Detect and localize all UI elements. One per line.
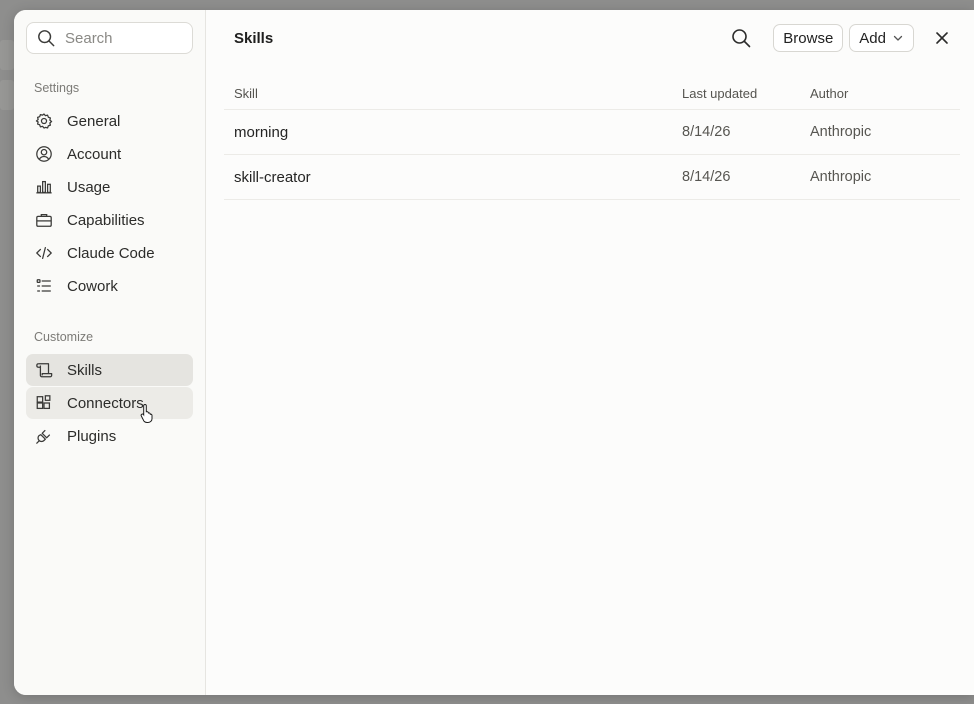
skills-table: Skill Last updated Author morning 8/14/2… xyxy=(224,77,960,200)
sidebar-item-label: Plugins xyxy=(67,427,117,445)
topbar: Skills Browse Add xyxy=(206,10,974,66)
sidebar: Settings General Account xyxy=(14,10,206,695)
sidebar-item-connectors[interactable]: Connectors xyxy=(26,387,193,419)
sidebar-item-account[interactable]: Account xyxy=(26,138,193,170)
skill-last-updated: 8/14/26 xyxy=(682,124,731,140)
grid-plus-icon xyxy=(35,394,53,412)
add-button[interactable]: Add xyxy=(849,24,914,52)
background-ghost xyxy=(0,40,14,70)
customize-nav: Skills Connectors Plugins xyxy=(26,354,193,452)
table-header: Skill Last updated Author xyxy=(224,77,960,110)
sidebar-item-label: Skills xyxy=(67,361,103,379)
sidebar-search[interactable] xyxy=(26,22,193,54)
plug-icon xyxy=(35,427,53,445)
checklist-icon xyxy=(35,277,53,295)
scroll-icon xyxy=(35,361,53,379)
sidebar-item-label: General xyxy=(67,112,121,130)
settings-nav: General Account Usage Capabilities Claud… xyxy=(26,105,193,302)
code-icon xyxy=(35,244,53,262)
sidebar-item-general[interactable]: General xyxy=(26,105,193,137)
sidebar-item-label: Connectors xyxy=(67,394,144,412)
customize-section-label: Customize xyxy=(34,330,94,344)
search-input[interactable] xyxy=(65,29,175,47)
skill-name: morning xyxy=(234,123,289,141)
sidebar-item-label: Cowork xyxy=(67,277,118,295)
table-row[interactable]: skill-creator 8/14/26 Anthropic xyxy=(224,155,960,200)
close-icon xyxy=(936,32,948,44)
briefcase-icon xyxy=(35,211,53,229)
sidebar-item-capabilities[interactable]: Capabilities xyxy=(26,204,193,236)
bar-chart-icon xyxy=(35,178,53,196)
sidebar-item-label: Usage xyxy=(67,178,111,196)
search-button[interactable] xyxy=(727,24,755,52)
close-button[interactable] xyxy=(928,24,956,52)
add-button-label: Add xyxy=(859,29,886,47)
column-header-last-updated[interactable]: Last updated xyxy=(682,86,810,101)
skill-last-updated: 8/14/26 xyxy=(682,169,731,185)
skill-name: skill-creator xyxy=(234,168,311,186)
sidebar-item-label: Account xyxy=(67,145,122,163)
table-row[interactable]: morning 8/14/26 Anthropic xyxy=(224,110,960,155)
settings-dialog: Settings General Account xyxy=(14,10,974,695)
settings-section-label: Settings xyxy=(34,81,80,95)
gear-icon xyxy=(35,112,53,130)
search-icon xyxy=(732,29,751,48)
browse-button-label: Browse xyxy=(783,29,834,47)
sidebar-item-label: Claude Code xyxy=(67,244,155,262)
chevron-down-icon xyxy=(893,35,903,41)
sidebar-item-usage[interactable]: Usage xyxy=(26,171,193,203)
sidebar-item-plugins[interactable]: Plugins xyxy=(26,420,193,452)
sidebar-item-claude-code[interactable]: Claude Code xyxy=(26,237,193,269)
skill-author: Anthropic xyxy=(810,124,872,140)
browse-button[interactable]: Browse xyxy=(773,24,844,52)
column-header-skill[interactable]: Skill xyxy=(234,86,682,101)
main-panel: Skills Browse Add Skill Last updated Aut… xyxy=(206,10,974,695)
user-circle-icon xyxy=(35,145,53,163)
top-actions: Browse Add xyxy=(727,24,956,52)
skill-author: Anthropic xyxy=(810,169,872,185)
hand-pointer-cursor-icon xyxy=(140,403,153,423)
background-ghost xyxy=(0,80,14,110)
page-title: Skills xyxy=(234,29,274,47)
column-header-author[interactable]: Author xyxy=(810,86,960,101)
sidebar-item-skills[interactable]: Skills xyxy=(26,354,193,386)
sidebar-item-label: Capabilities xyxy=(67,211,145,229)
sidebar-item-cowork[interactable]: Cowork xyxy=(26,270,193,302)
search-icon xyxy=(38,30,55,47)
